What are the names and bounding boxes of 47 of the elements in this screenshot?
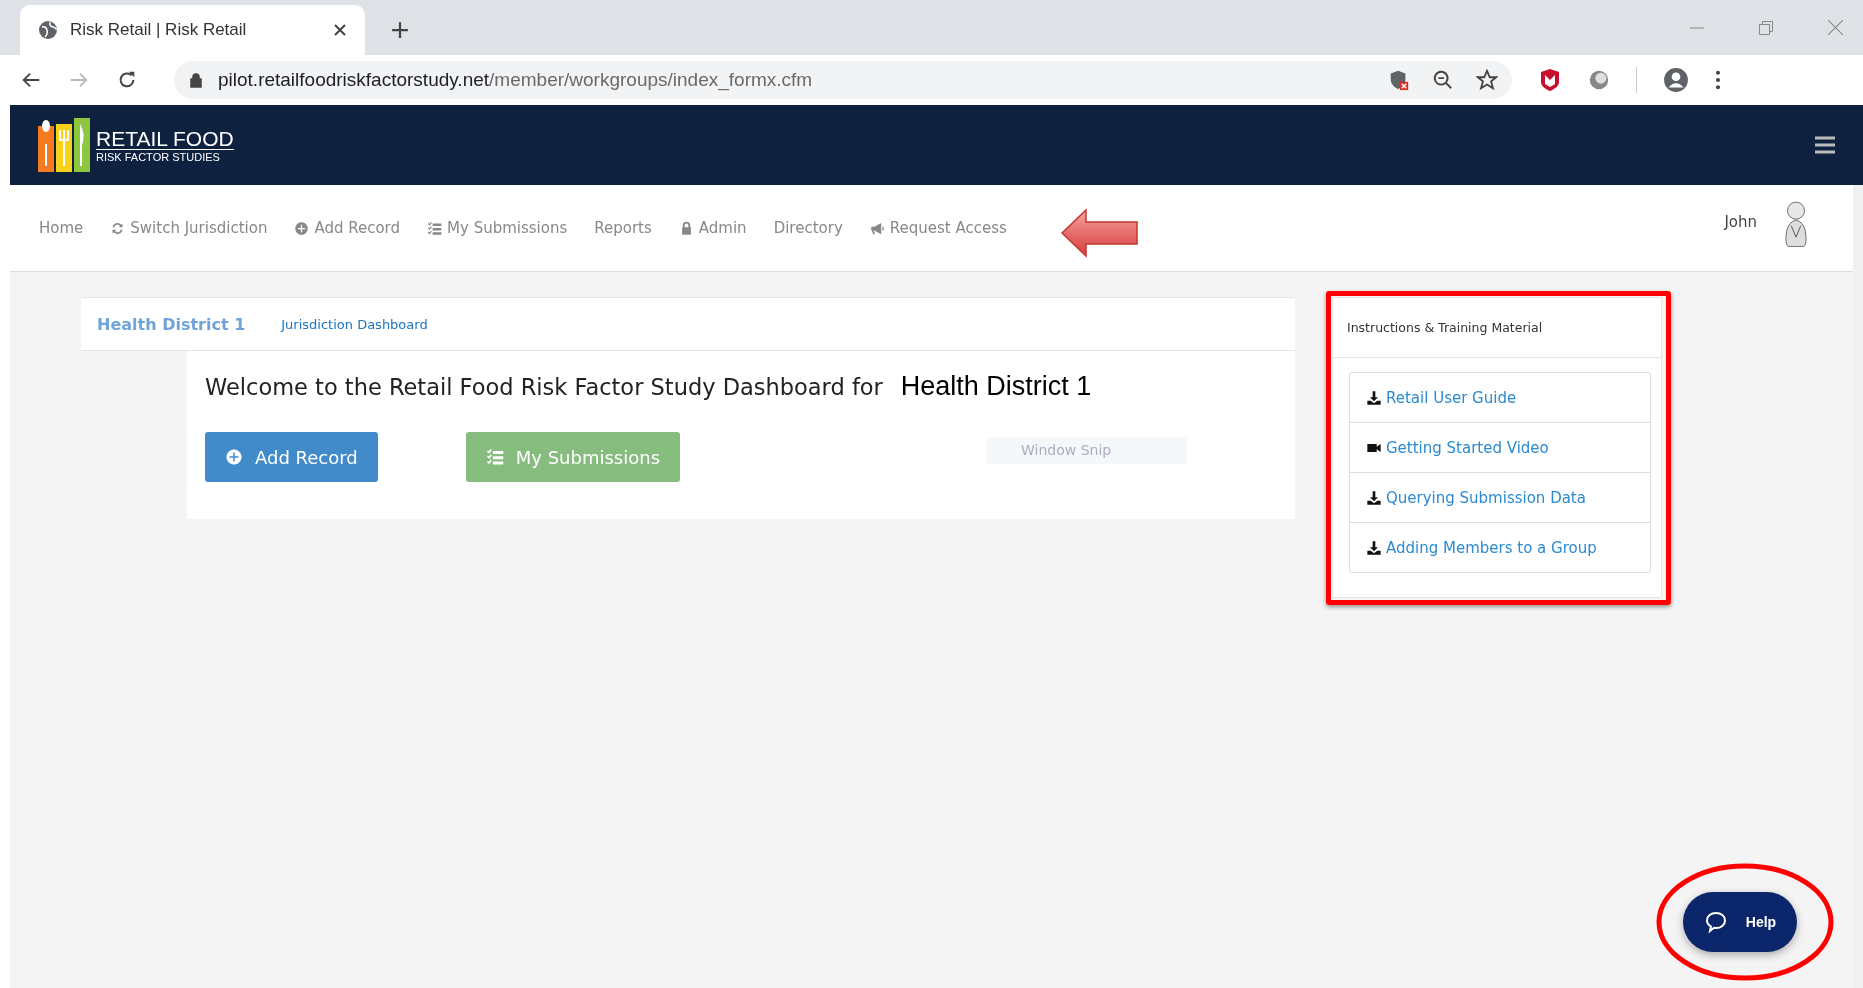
download-icon xyxy=(1366,539,1382,556)
globe-icon xyxy=(38,20,58,40)
new-tab-icon[interactable] xyxy=(391,21,409,39)
checklist-icon xyxy=(485,448,504,466)
tab[interactable]: Health District 1 xyxy=(81,298,266,350)
submissions-button[interactable]: My Submissions xyxy=(465,432,681,482)
panel-title: Instructions & Training Material xyxy=(1333,298,1661,358)
help-button[interactable]: Help xyxy=(1683,892,1797,952)
nav-link[interactable]: Directory xyxy=(773,219,843,237)
profile-icon[interactable] xyxy=(1663,67,1689,93)
district-name: Health District 1 xyxy=(900,371,1092,402)
download-icon xyxy=(1366,389,1382,406)
nav-link[interactable]: Add Record xyxy=(294,219,401,237)
checklist-icon xyxy=(427,220,443,236)
close-icon[interactable] xyxy=(333,23,347,37)
nav-link[interactable]: Home xyxy=(39,219,84,237)
utensils-icon xyxy=(38,118,92,172)
resource-link[interactable]: Querying Submission Data xyxy=(1350,472,1650,522)
ghost-tooltip: Window Snip xyxy=(987,437,1187,464)
nav-link[interactable]: Reports xyxy=(594,219,652,237)
restore-icon[interactable] xyxy=(1759,20,1773,35)
chat-bubble-icon xyxy=(1703,910,1728,934)
shield-extension-icon[interactable] xyxy=(1538,68,1562,92)
welcome-text: Welcome to the Retail Food Risk Factor Study Dashboard for xyxy=(205,374,883,400)
resource-link[interactable]: Adding Members to a Group xyxy=(1350,522,1650,572)
resource-link[interactable]: Retail User Guide xyxy=(1350,373,1650,422)
refresh-icon xyxy=(110,220,126,236)
add-record-button[interactable]: Add Record xyxy=(205,432,378,482)
download-icon xyxy=(1366,489,1382,506)
user-name[interactable]: John xyxy=(1724,213,1757,231)
nav-link[interactable]: My Submissions xyxy=(427,219,568,237)
nav-link[interactable]: Switch Jurisdiction xyxy=(110,219,268,237)
star-icon[interactable] xyxy=(1476,69,1498,91)
lock-icon xyxy=(188,72,204,88)
nav-link[interactable]: Request Access xyxy=(869,219,1007,237)
circle-extension-icon[interactable] xyxy=(1588,69,1610,91)
nav-link[interactable]: Admin xyxy=(678,219,747,237)
browser-tab[interactable]: Risk Retail | Risk Retail xyxy=(20,5,365,55)
zoom-out-icon[interactable] xyxy=(1432,69,1454,91)
shield-blocked-icon[interactable] xyxy=(1388,69,1410,91)
resource-link[interactable]: Getting Started Video xyxy=(1350,422,1650,472)
menu-icon[interactable] xyxy=(1715,69,1721,91)
menu-icon[interactable] xyxy=(1815,136,1835,154)
logo[interactable]: RETAIL FOOD RISK FACTOR STUDIES xyxy=(38,118,234,172)
address-bar[interactable]: pilot.retailfoodriskfactorstudy.net/member/workgroups/index_formx.cfm xyxy=(174,61,1512,99)
tab[interactable]: Jurisdiction Dashboard xyxy=(265,298,444,350)
megaphone-icon xyxy=(869,220,885,236)
